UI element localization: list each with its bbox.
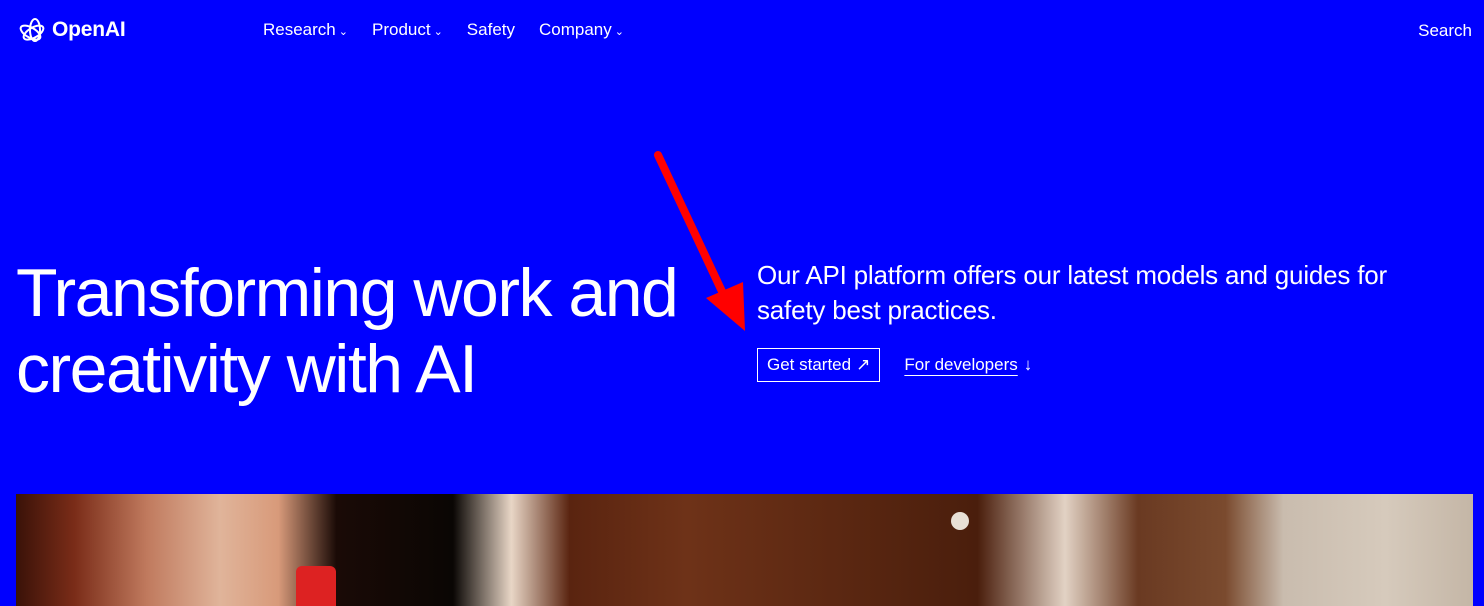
openai-knot-icon	[19, 18, 45, 42]
main-nav: Research ⌄ Product ⌄ Safety Company ⌄	[263, 20, 624, 40]
hero-description: Our API platform offers our latest model…	[757, 260, 1387, 325]
chevron-down-icon: ⌄	[433, 25, 443, 38]
hero-image	[16, 494, 1473, 606]
search-button[interactable]: Search	[1418, 21, 1472, 41]
brand-name: OpenAI	[52, 18, 126, 41]
button-label: Get started	[767, 355, 852, 374]
nav-item-research[interactable]: Research ⌄	[263, 20, 348, 40]
arrow-up-right-icon: ↗	[856, 355, 871, 374]
chevron-down-icon: ⌄	[614, 25, 624, 38]
chevron-down-icon: ⌄	[338, 25, 348, 38]
nav-item-company[interactable]: Company ⌄	[539, 20, 624, 40]
nav-item-label: Product	[371, 20, 431, 39]
nav-item-product[interactable]: Product ⌄	[372, 20, 443, 40]
hero-title: Transforming work and creativity with AI	[16, 255, 679, 407]
image-detail-watch	[296, 566, 336, 606]
link-label: For developers	[904, 355, 1018, 374]
openai-logo-link[interactable]: OpenAI	[16, 14, 126, 46]
nav-item-label: Research	[263, 20, 336, 39]
nav-item-label: Company	[539, 20, 612, 39]
image-detail-button	[951, 512, 969, 530]
for-developers-link[interactable]: For developers ↓	[904, 355, 1032, 375]
cta-row: Get started ↗ For developers ↓	[757, 348, 1032, 382]
get-started-button[interactable]: Get started ↗	[757, 348, 881, 382]
nav-item-label: Safety	[466, 20, 515, 39]
arrow-down-icon: ↓	[1023, 355, 1033, 374]
nav-item-safety[interactable]: Safety	[467, 20, 515, 40]
